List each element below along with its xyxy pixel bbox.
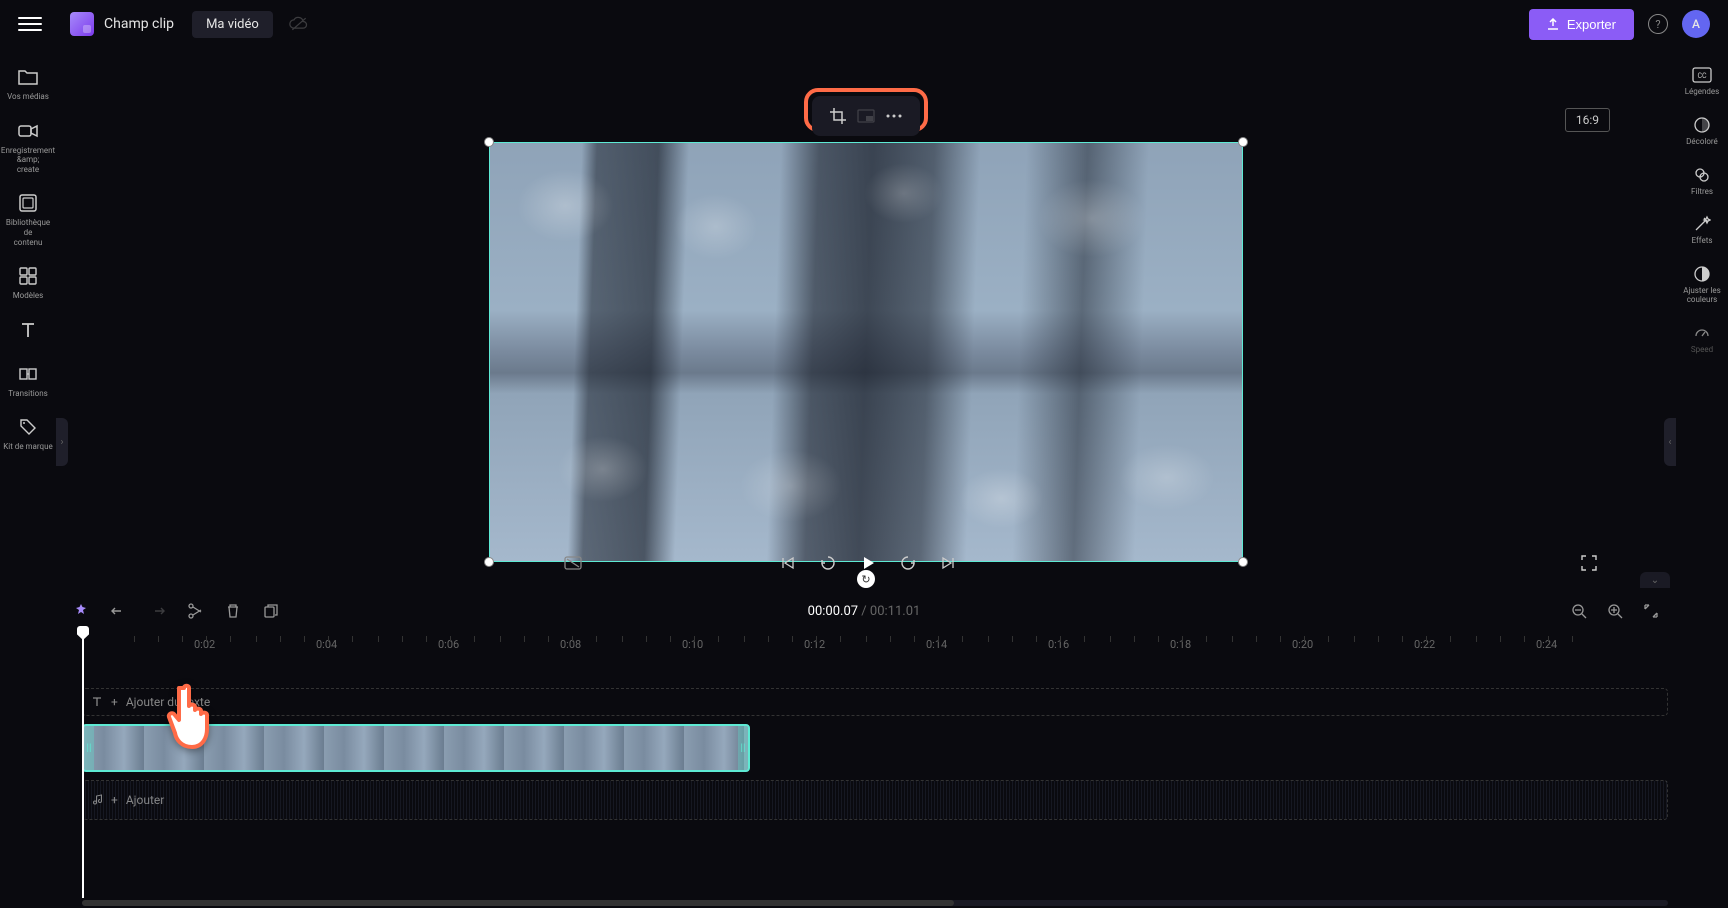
timeline-tracks: + Ajouter du texte || || + Ajouter <box>82 658 1668 820</box>
sidebar-item-adjust[interactable]: Ajuster les couleurs <box>1676 257 1728 312</box>
hamburger-menu-button[interactable] <box>18 12 42 36</box>
redo-button[interactable] <box>148 602 166 620</box>
wand-icon <box>1692 214 1712 234</box>
library-icon <box>17 192 39 214</box>
pip-button[interactable] <box>854 104 878 128</box>
app-logo-icon <box>70 12 94 36</box>
fullscreen-button[interactable] <box>1578 552 1600 574</box>
ruler-tick: 0:10 <box>682 638 703 651</box>
ruler-tick: 0:22 <box>1414 638 1435 651</box>
delete-button[interactable] <box>224 602 242 620</box>
clip-trim-left[interactable]: || <box>84 726 94 770</box>
rewind-button[interactable] <box>817 552 839 574</box>
right-sidebar: CC Légendes Décoloré Filtres Effets Ajus… <box>1676 48 1728 588</box>
crop-button[interactable] <box>826 104 850 128</box>
filters-icon <box>1692 165 1712 185</box>
timeline-scrollbar[interactable] <box>82 900 1668 906</box>
sidebar-item-media[interactable]: Vos médias <box>0 58 56 110</box>
aspect-ratio-badge[interactable]: 16:9 <box>1565 108 1610 132</box>
user-avatar[interactable]: A <box>1682 10 1710 38</box>
timecode-display: 00:00.07 / 00:11.01 <box>808 604 921 619</box>
upload-icon <box>1547 18 1559 30</box>
skip-back-button[interactable] <box>777 552 799 574</box>
ruler-tick: 0:08 <box>560 638 581 651</box>
zoom-in-button[interactable] <box>1606 602 1624 620</box>
help-button[interactable]: ? <box>1648 14 1668 34</box>
ruler-tick: 0:16 <box>1048 638 1069 651</box>
preview-area: 16:9 ↻ <box>56 48 1676 588</box>
fit-timeline-button[interactable] <box>1642 602 1660 620</box>
magic-button[interactable] <box>72 602 90 620</box>
preview-canvas[interactable] <box>489 142 1243 562</box>
sidebar-item-speed[interactable]: Speed <box>1676 316 1728 362</box>
ruler-tick: 0:04 <box>316 638 337 651</box>
split-button[interactable] <box>186 602 204 620</box>
timeline-toolbar: 00:00.07 / 00:11.01 <box>0 588 1728 634</box>
timeline-section: ⌄ 00:00.07 / 00:11.01 0:020:040:060:080:… <box>0 588 1728 908</box>
sidebar-item-templates[interactable]: Modèles <box>0 257 56 309</box>
preview-canvas-container[interactable]: ↻ <box>489 142 1243 562</box>
timeline-ruler[interactable]: 0:02 0:04 0:06 0:08 0:10 0:12 0:14 0:16 0:18 0:20… <box>74 634 1668 658</box>
text-track[interactable]: + Ajouter du texte <box>82 688 1668 716</box>
sidebar-item-transitions[interactable]: Transitions <box>0 355 56 407</box>
circle-half-icon <box>1692 115 1712 135</box>
contrast-icon <box>1692 264 1712 284</box>
plus-icon: + <box>111 695 118 709</box>
sidebar-item-library[interactable]: Bibliothèque de contenu <box>0 184 56 255</box>
app-title: Champ clip <box>104 16 174 32</box>
captions-icon: CC <box>1692 65 1712 85</box>
text-icon <box>91 696 103 708</box>
playback-controls <box>112 538 1624 588</box>
svg-text:CC: CC <box>1697 72 1707 80</box>
video-clip[interactable]: || || <box>82 724 750 772</box>
folder-icon <box>17 66 39 88</box>
ruler-tick: 0:24 <box>1536 638 1557 651</box>
sidebar-item-text[interactable] <box>0 311 56 353</box>
resize-handle-tr[interactable] <box>1238 137 1248 147</box>
ruler-tick: 0:02 <box>194 638 215 651</box>
ruler-tick: 0:12 <box>804 638 825 651</box>
duplicate-button[interactable] <box>262 602 280 620</box>
export-button[interactable]: Exporter <box>1529 9 1634 40</box>
undo-button[interactable] <box>110 602 128 620</box>
sync-status-icon <box>289 16 309 32</box>
collapse-timeline-button[interactable]: ⌄ <box>1640 572 1670 588</box>
more-options-button[interactable] <box>882 104 906 128</box>
ruler-tick: 0:20 <box>1292 638 1313 651</box>
forward-button[interactable] <box>897 552 919 574</box>
sidebar-item-brandkit[interactable]: Kit de marque <box>0 408 56 460</box>
clip-floating-toolbar <box>812 96 920 136</box>
right-panel-expand-handle[interactable]: ‹ <box>1664 418 1676 466</box>
tag-icon <box>17 416 39 438</box>
transitions-icon <box>17 363 39 385</box>
hide-preview-button[interactable] <box>562 552 584 574</box>
grid-icon <box>17 265 39 287</box>
ruler-tick: 0:18 <box>1170 638 1191 651</box>
skip-forward-button[interactable] <box>937 552 959 574</box>
left-sidebar: Vos médias Enregistrement &amp; create B… <box>0 48 56 588</box>
camera-icon <box>17 120 39 142</box>
text-icon <box>17 319 39 341</box>
project-name-field[interactable]: Ma vidéo <box>192 11 273 38</box>
ruler-tick: 0:14 <box>926 638 947 651</box>
text-track-label: Ajouter du texte <box>126 695 210 709</box>
app-header: Champ clip Ma vidéo Exporter ? A <box>0 0 1728 48</box>
resize-handle-tl[interactable] <box>484 137 494 147</box>
sidebar-item-filters[interactable]: Filtres <box>1676 158 1728 204</box>
play-button[interactable] <box>857 552 879 574</box>
sidebar-item-effects[interactable]: Effets <box>1676 207 1728 253</box>
main-area: Vos médias Enregistrement &amp; create B… <box>0 48 1728 588</box>
sidebar-item-fade[interactable]: Décoloré <box>1676 108 1728 154</box>
ruler-tick: 0:06 <box>438 638 459 651</box>
gauge-icon <box>1692 323 1712 343</box>
audio-track[interactable]: + Ajouter <box>82 780 1668 820</box>
sidebar-item-record[interactable]: Enregistrement &amp; create <box>0 112 56 183</box>
zoom-out-button[interactable] <box>1570 602 1588 620</box>
playhead[interactable] <box>82 634 84 898</box>
sidebar-item-captions[interactable]: CC Légendes <box>1676 58 1728 104</box>
clip-trim-right[interactable]: || <box>738 726 748 770</box>
